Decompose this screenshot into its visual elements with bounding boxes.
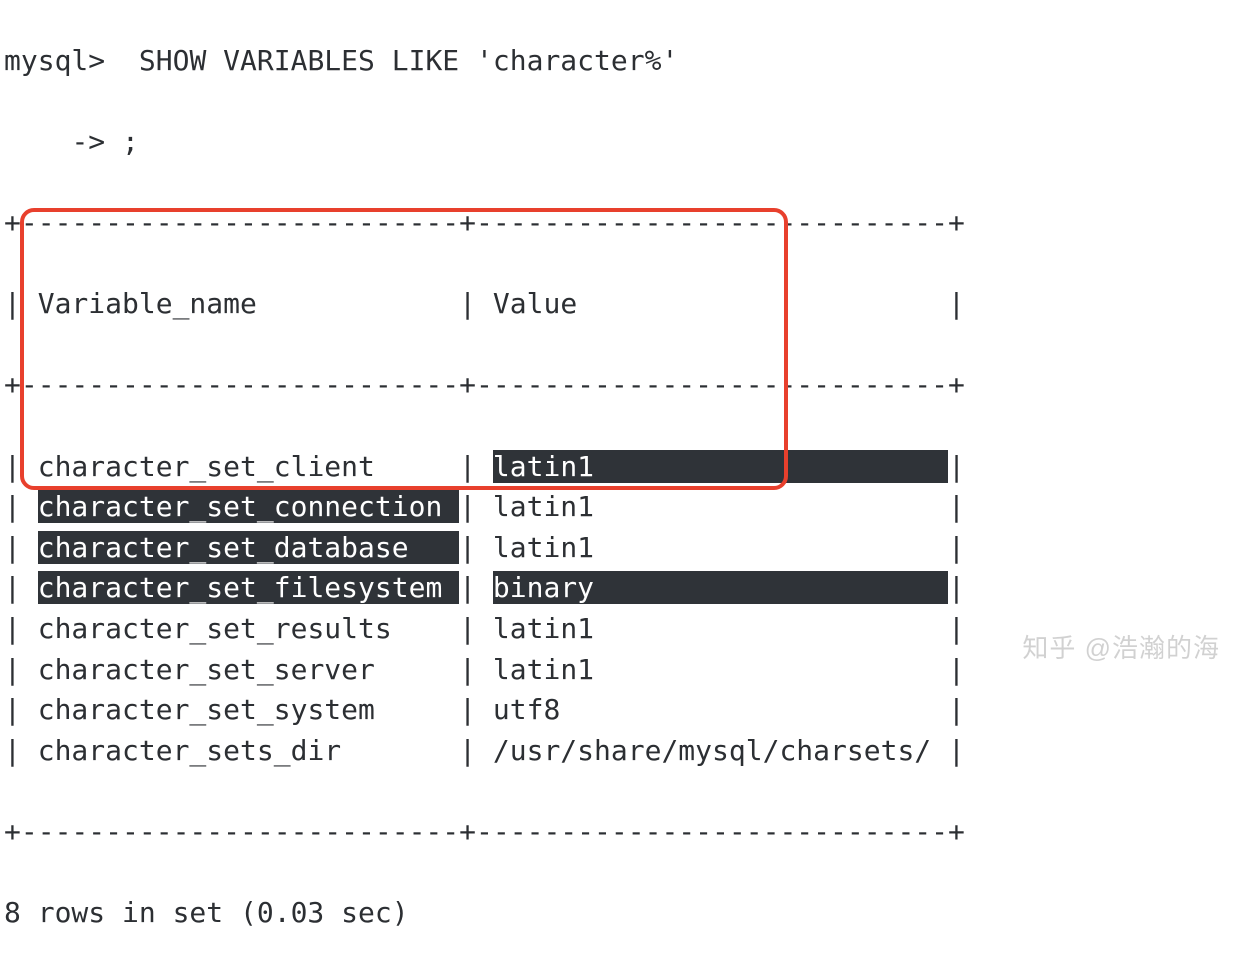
variable-value: latin1 [493,490,594,523]
header-col1: Variable_name [38,287,257,320]
mysql-prompt: mysql> [4,44,105,77]
footer-line: 8 rows in set (0.03 sec) [4,893,1238,934]
variable-value: binary [493,571,594,604]
continuation-line: -> ; [4,122,1238,163]
variable-name: character_set_results [38,612,392,645]
variable-name: character_set_connection [38,490,443,523]
variable-value: latin1 [493,531,594,564]
variable-name: character_set_system [38,693,375,726]
variable-value: /usr/share/mysql/charsets/ [493,734,931,767]
table-row: | character_set_database | latin1 | [4,528,1238,569]
table-row: | character_sets_dir | /usr/share/mysql/… [4,731,1238,772]
header-line: | Variable_name | Value | [4,284,1238,325]
prompt-line: mysql> SHOW VARIABLES LIKE 'character%' [4,41,1238,82]
divider-bottom: +--------------------------+------------… [4,812,1238,853]
sql-command: SHOW VARIABLES LIKE 'character%' [139,44,678,77]
table-row: | character_set_system | utf8 | [4,690,1238,731]
terminal-output: mysql> SHOW VARIABLES LIKE 'character%' … [0,0,1242,974]
variable-name: character_set_client [38,450,375,483]
divider-mid: +--------------------------+------------… [4,365,1238,406]
variable-value: utf8 [493,693,560,726]
variable-name: character_set_server [38,653,375,686]
table-row: | character_set_connection | latin1 | [4,487,1238,528]
variable-name: character_set_filesystem [38,571,443,604]
watermark: 知乎 @浩瀚的海 [1022,630,1220,668]
divider-top: +--------------------------+------------… [4,203,1238,244]
table-row: | character_set_filesystem | binary | [4,568,1238,609]
table-rows: | character_set_client | latin1 || chara… [4,447,1238,772]
variable-value: latin1 [493,450,594,483]
header-col2: Value [493,287,577,320]
variable-value: latin1 [493,653,594,686]
table-row: | character_set_client | latin1 | [4,447,1238,488]
variable-name: character_set_database [38,531,409,564]
variable-name: character_sets_dir [38,734,341,767]
variable-value: latin1 [493,612,594,645]
